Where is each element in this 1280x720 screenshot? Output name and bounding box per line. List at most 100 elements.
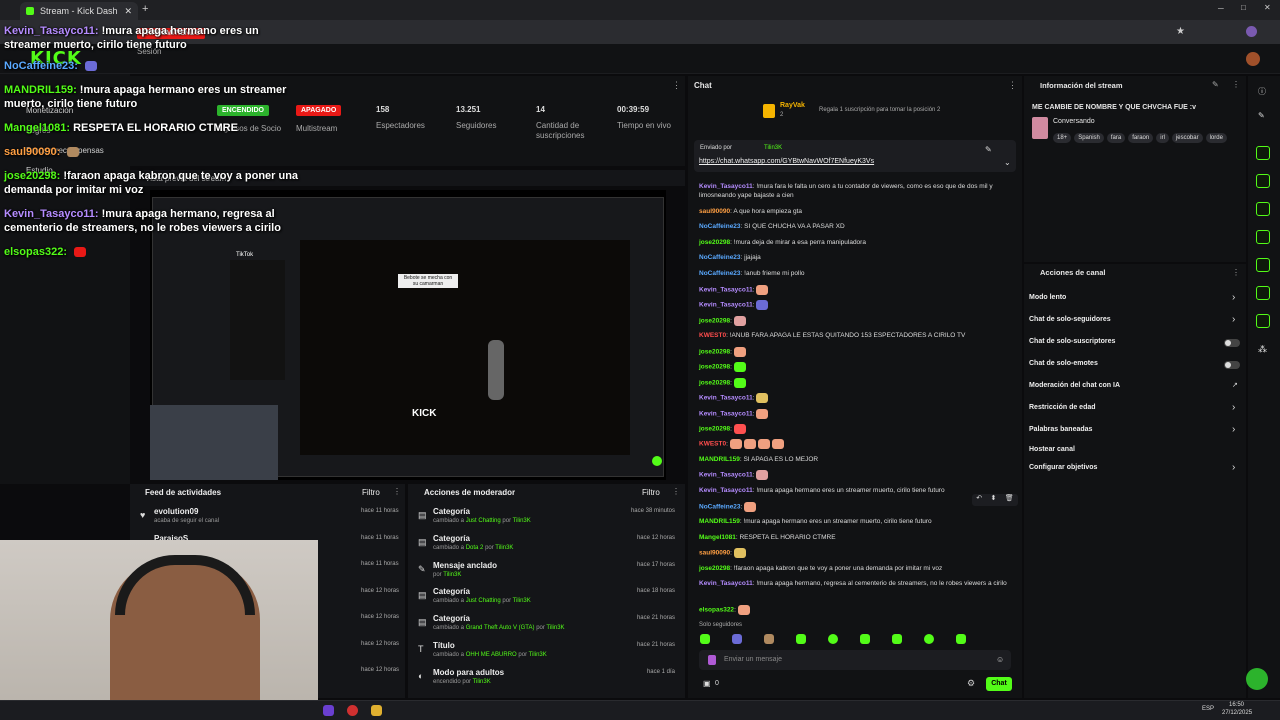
chat-username[interactable]: Kevin_Tasayco11	[699, 302, 753, 309]
explorer-taskbar-icon[interactable]	[371, 705, 382, 716]
channel-action-item[interactable]: Palabras baneadas	[1029, 426, 1092, 433]
stream-tag[interactable]: 18+	[1053, 133, 1072, 143]
chat-username[interactable]: Kevin_Tasayco11	[699, 287, 753, 294]
chat-username[interactable]: Kevin_Tasayco11	[699, 183, 753, 190]
chat-username[interactable]: jose20298	[699, 349, 730, 356]
chat-username[interactable]: Kevin_Tasayco11	[699, 487, 753, 494]
profile-avatar[interactable]	[1246, 26, 1257, 37]
chat-username[interactable]: NoCaffeine23	[699, 270, 741, 277]
chrome-taskbar-icon[interactable]	[347, 705, 358, 716]
document-icon[interactable]	[1256, 202, 1270, 216]
chat-username[interactable]: Kevin_Tasayco11	[699, 395, 753, 402]
edit-icon[interactable]: ✎	[1258, 111, 1265, 120]
help-chat-fab-icon[interactable]	[1246, 668, 1268, 690]
pin-icon[interactable]: ✎	[985, 145, 992, 154]
emote-9-icon[interactable]	[956, 634, 966, 644]
chat-username[interactable]: NoCaffeine23	[699, 223, 741, 230]
chat-username[interactable]: saul90090	[699, 208, 730, 215]
chat-username[interactable]: KWEST0	[699, 332, 726, 339]
emote-3-icon[interactable]	[764, 634, 774, 644]
emote-2-icon[interactable]	[732, 634, 742, 644]
toggle-switch[interactable]	[1224, 361, 1240, 369]
emote-6-icon[interactable]	[860, 634, 870, 644]
channel-action-item[interactable]: Modo lento	[1029, 294, 1066, 301]
bookmark-star-icon[interactable]: ★	[1176, 26, 1185, 37]
chat-username[interactable]: KWEST0	[699, 441, 726, 448]
close-window-button[interactable]: ✕	[1264, 3, 1271, 12]
widgets-icon[interactable]: ⁂	[1258, 344, 1267, 355]
external-link-icon[interactable]: ↗	[1232, 381, 1238, 389]
emote-4-icon[interactable]	[796, 634, 806, 644]
emote-5-icon[interactable]	[828, 634, 838, 644]
channel-action-item[interactable]: Moderación del chat con IA	[1029, 382, 1120, 389]
toggle-switch[interactable]	[1224, 339, 1240, 347]
channel-action-item[interactable]: Configurar objetivos	[1029, 464, 1097, 471]
gift-text[interactable]: Regala 1 suscripción para tomar la posic…	[819, 107, 940, 113]
code-icon[interactable]	[1256, 258, 1270, 272]
chat-username[interactable]: Kevin_Tasayco11	[699, 411, 753, 418]
chat-username[interactable]: jose20298	[699, 565, 730, 572]
minimize-button[interactable]: ─	[1218, 4, 1224, 13]
info-icon[interactable]: ⓘ	[1258, 86, 1266, 97]
actions-menu-icon[interactable]: ⋮	[1232, 268, 1240, 277]
discord-taskbar-icon[interactable]	[323, 705, 334, 716]
emote-7-icon[interactable]	[892, 634, 902, 644]
chat-username[interactable]: Mangel1081	[699, 534, 736, 541]
stats-menu-icon[interactable]: ⋮	[672, 80, 681, 91]
stream-tag[interactable]: fara	[1106, 133, 1126, 143]
chat-username[interactable]: NoCaffeine23	[699, 504, 741, 511]
stream-tag[interactable]: Spanish	[1074, 133, 1104, 143]
chat-username[interactable]: jose20298	[699, 364, 730, 371]
chat-username[interactable]: elsopas322	[699, 607, 734, 614]
emote-8-icon[interactable]	[924, 634, 934, 644]
language-indicator[interactable]: ESP	[1202, 706, 1214, 712]
chevron-right-icon[interactable]: ›	[1232, 424, 1235, 435]
chat-username[interactable]: jose20298	[699, 380, 730, 387]
user-avatar[interactable]	[1246, 52, 1260, 66]
chevron-right-icon[interactable]: ›	[1232, 402, 1235, 413]
stream-tag[interactable]: irl	[1156, 133, 1169, 143]
wrench-icon[interactable]	[1256, 314, 1270, 328]
mod-actions-menu-icon[interactable]: ⋮	[672, 487, 680, 496]
chevron-right-icon[interactable]: ›	[1232, 314, 1235, 325]
chat-menu-icon[interactable]: ⋮	[1008, 80, 1017, 91]
bolt-icon[interactable]	[1256, 174, 1270, 188]
reply-icon[interactable]: ↶	[976, 494, 982, 506]
channel-action-item[interactable]: Chat de solo-suscriptores	[1029, 338, 1115, 345]
chat-username[interactable]: jose20298	[699, 239, 730, 246]
layout-icon[interactable]	[1256, 286, 1270, 300]
browser-tab[interactable]: Stream - Kick Dashboard ✕	[20, 2, 138, 20]
chat-username[interactable]: jose20298	[699, 426, 730, 433]
chat-bubble-icon[interactable]	[1256, 230, 1270, 244]
activity-feed-filter[interactable]: Filtro	[362, 488, 380, 497]
chat-username[interactable]: Kevin_Tasayco11	[699, 580, 753, 587]
chat-username[interactable]: Kevin_Tasayco11	[699, 472, 753, 479]
channel-action-item[interactable]: Chat de solo-emotes	[1029, 360, 1098, 367]
chevron-right-icon[interactable]: ›	[1232, 462, 1235, 473]
stream-tag[interactable]: lorde	[1205, 133, 1227, 143]
delete-message-icon[interactable]: 🗑	[1005, 494, 1014, 506]
channel-action-item[interactable]: Restricción de edad	[1029, 404, 1096, 411]
pinned-link[interactable]: https://chat.whatsapp.com/GYBtwNavWOf7EN…	[699, 158, 874, 165]
new-tab-button[interactable]: +	[142, 3, 148, 15]
chevron-right-icon[interactable]: ›	[1232, 292, 1235, 303]
stream-tag[interactable]: faraon	[1128, 133, 1154, 143]
chat-username[interactable]: MANDRIL159	[699, 456, 740, 463]
pinned-collapse-icon[interactable]: ⌄	[1004, 158, 1011, 167]
target-icon[interactable]	[1256, 146, 1270, 160]
send-chat-button[interactable]: Chat	[986, 677, 1012, 691]
edit-info-icon[interactable]: ✎	[1212, 80, 1219, 89]
stream-tag[interactable]: jescobar	[1171, 133, 1203, 143]
channel-action-item[interactable]: Chat de solo-seguidores	[1029, 316, 1111, 323]
emoji-picker-icon[interactable]: ☺	[996, 655, 1004, 664]
chat-username[interactable]: MANDRIL159	[699, 518, 740, 525]
chat-username[interactable]: NoCaffeine23	[699, 254, 741, 261]
close-tab-icon[interactable]: ✕	[124, 6, 132, 17]
chat-settings-gear-icon[interactable]: ⚙	[967, 678, 975, 689]
info-menu-icon[interactable]: ⋮	[1232, 80, 1240, 89]
emote-1-icon[interactable]	[700, 634, 710, 644]
channel-action-item[interactable]: Hostear canal	[1029, 446, 1075, 453]
pin-message-icon[interactable]: ⬍	[991, 494, 997, 506]
chat-username[interactable]: saul90090	[699, 550, 730, 557]
activity-feed-menu-icon[interactable]: ⋮	[393, 487, 401, 496]
